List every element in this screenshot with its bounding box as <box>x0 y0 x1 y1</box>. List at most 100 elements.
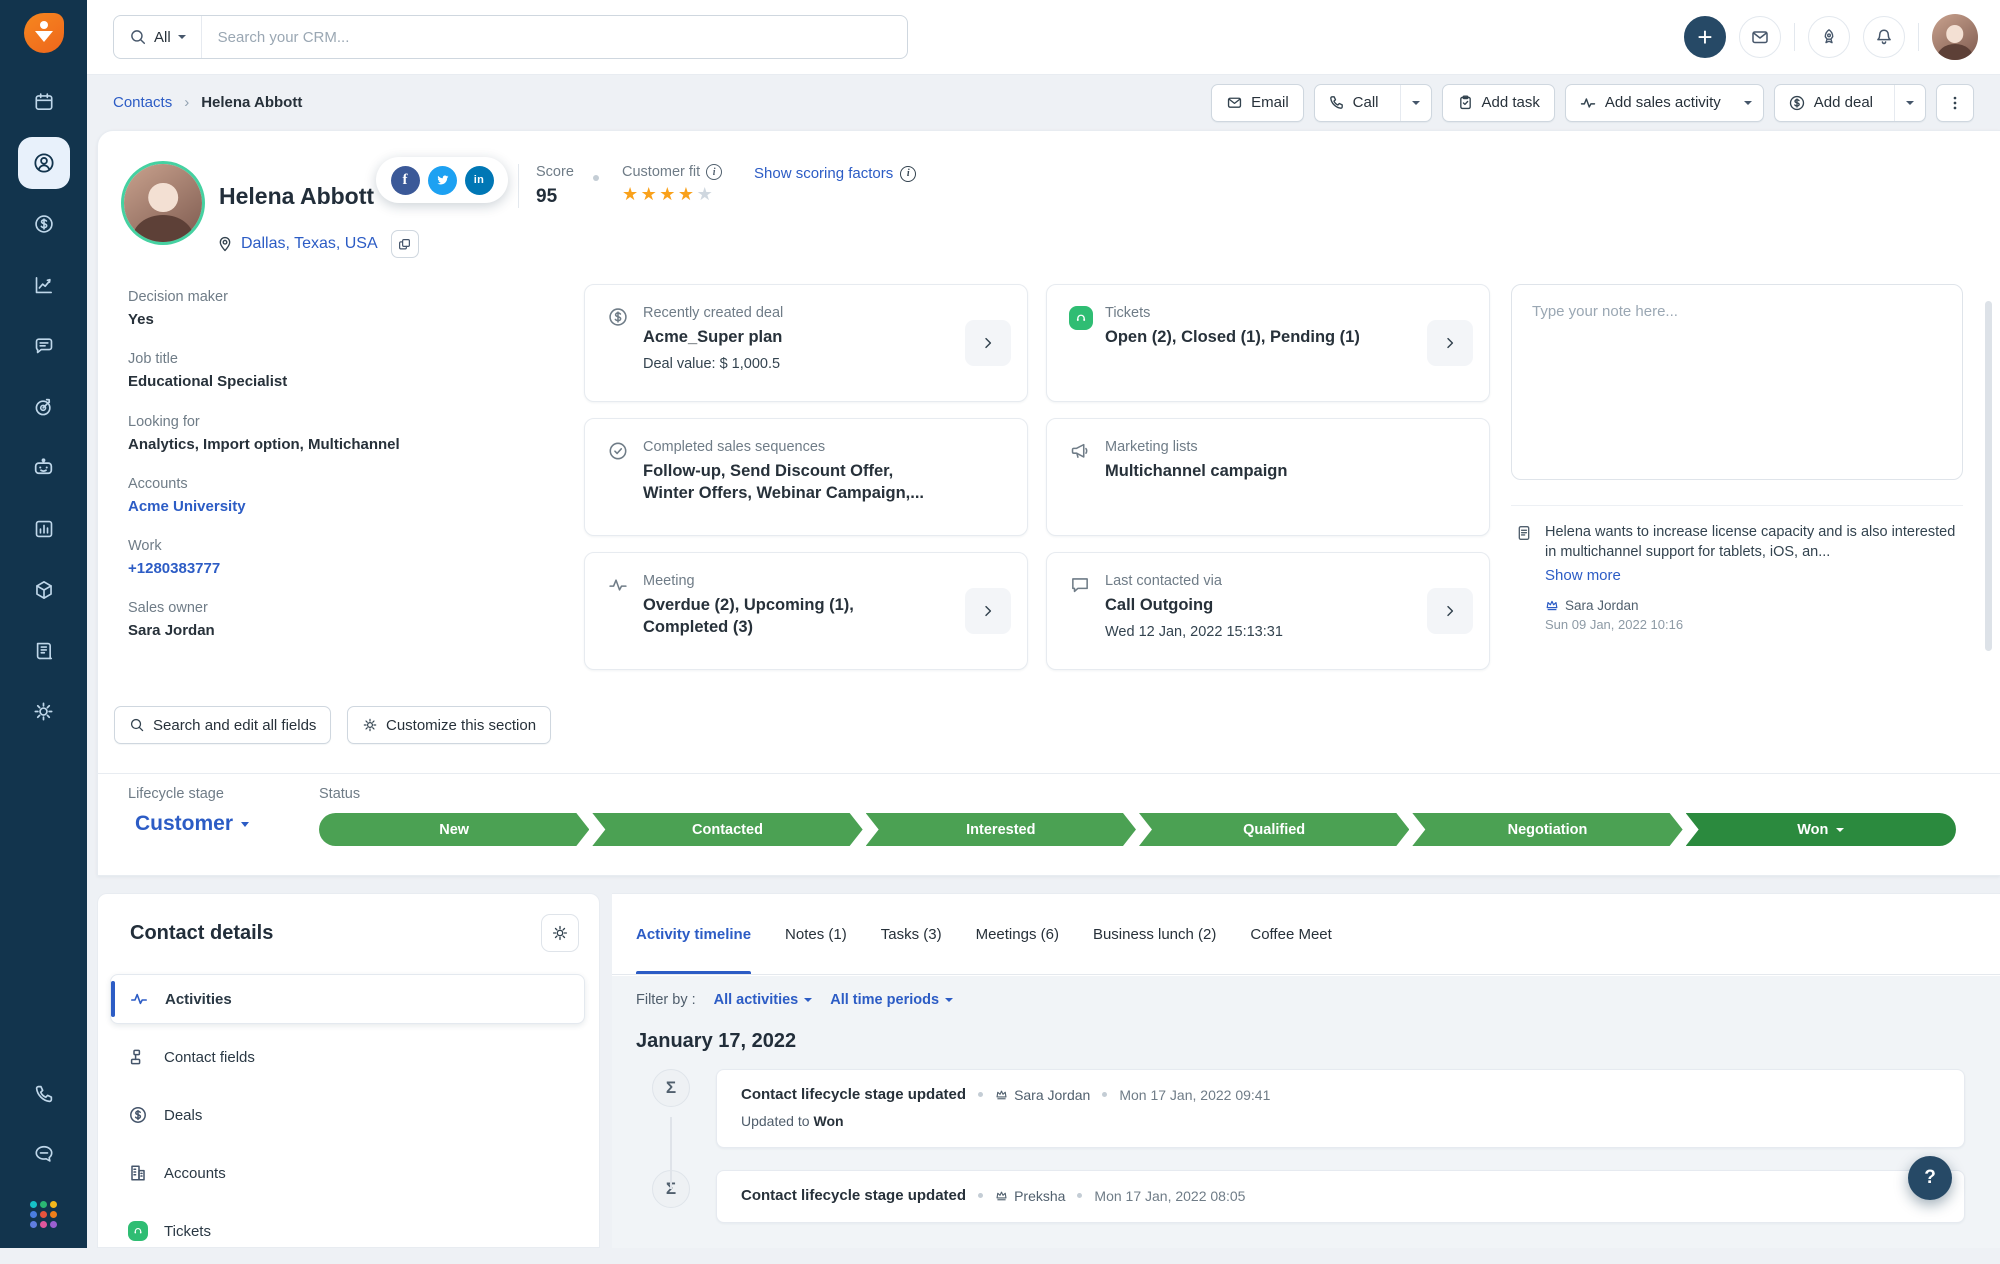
filter-periods-dropdown[interactable]: All time periods <box>830 992 954 1008</box>
breadcrumb-contacts-link[interactable]: Contacts <box>113 94 172 111</box>
sidebar-item-products[interactable] <box>13 559 74 620</box>
tab-activity-timeline[interactable]: Activity timeline <box>636 894 752 974</box>
linkedin-icon[interactable]: in <box>464 165 494 195</box>
tab-tasks[interactable]: Tasks (3) <box>881 894 942 974</box>
sidebar-item-settings[interactable] <box>13 681 74 742</box>
timeline-entry-card[interactable]: Contact lifecycle stage updated Preksha … <box>716 1170 1965 1223</box>
chevron-right-button[interactable] <box>1427 320 1473 366</box>
global-search[interactable]: All <box>113 15 908 59</box>
stage-contacted[interactable]: Contacted <box>592 813 862 846</box>
sidebar-item-reports[interactable] <box>13 498 74 559</box>
details-item-tickets[interactable]: Tickets <box>110 1206 585 1256</box>
freshdesk-ticket-icon <box>128 1221 148 1241</box>
chevron-right-button[interactable] <box>965 320 1011 366</box>
note-item[interactable]: Helena wants to increase license capacit… <box>1511 506 1963 632</box>
crown-icon <box>1545 598 1559 612</box>
customize-section-button[interactable]: Customize this section <box>347 706 552 744</box>
location-pin-icon <box>216 235 234 253</box>
contact-avatar <box>124 164 202 242</box>
sidebar-item-contacts[interactable] <box>13 132 74 193</box>
search-scope-label: All <box>154 28 171 46</box>
add-deal-button[interactable]: Add deal <box>1773 83 1926 122</box>
lifecycle-stage-dropdown[interactable]: Customer <box>135 812 250 836</box>
field-looking-for: Looking for Analytics, Import option, Mul… <box>128 413 400 453</box>
meeting-card[interactable]: Meeting Overdue (2), Upcoming (1), Comple… <box>584 552 1028 670</box>
facebook-icon[interactable]: f <box>390 165 420 195</box>
search-scope-dropdown[interactable]: All <box>114 16 202 58</box>
phone-icon <box>1328 94 1345 111</box>
sidebar-item-phone[interactable] <box>13 1064 74 1124</box>
dollar-circle-icon <box>607 306 631 401</box>
marketing-lists-card[interactable]: Marketing lists Multichannel campaign <box>1046 418 1490 536</box>
sidebar-item-conversations[interactable] <box>13 315 74 376</box>
show-scoring-factors-link[interactable]: Show scoring factors i <box>754 165 917 182</box>
details-item-activities[interactable]: Activities <box>110 974 585 1024</box>
add-sales-activity-button[interactable]: Add sales activity <box>1564 83 1764 122</box>
contact-location-link[interactable]: Dallas, Texas, USA <box>241 235 378 253</box>
details-item-deals[interactable]: Deals <box>110 1090 585 1140</box>
contact-fields-summary: Decision maker Yes Job title Educational S… <box>128 289 428 642</box>
clipboard-check-icon <box>1457 94 1474 111</box>
details-item-accounts[interactable]: Accounts <box>110 1148 585 1198</box>
timeline-entry: Σ Contact lifecycle stage updated Sara J… <box>636 1069 2000 1148</box>
stage-won-dropdown[interactable]: Won <box>1685 813 1956 846</box>
divider <box>98 773 2000 774</box>
stage-new[interactable]: New <box>319 813 589 846</box>
summary-cards: Recently created deal Acme_Super plan Deal… <box>584 284 1490 670</box>
sidebar-item-bot[interactable] <box>13 437 74 498</box>
sidebar-item-analytics[interactable] <box>13 254 74 315</box>
quick-add-button[interactable]: + <box>1684 16 1726 58</box>
call-button[interactable]: Call <box>1313 83 1432 122</box>
last-contacted-card[interactable]: Last contacted via Call Outgoing Wed 12 Ja… <box>1046 552 1490 670</box>
stage-qualified[interactable]: Qualified <box>1139 813 1409 846</box>
tickets-card[interactable]: Tickets Open (2), Closed (1), Pending (1) <box>1046 284 1490 402</box>
sidebar-item-deals[interactable] <box>13 193 74 254</box>
sidebar-item-apps-switcher[interactable] <box>13 1184 74 1244</box>
sales-sequences-card[interactable]: Completed sales sequences Follow-up, Send… <box>584 418 1028 536</box>
recent-deal-card[interactable]: Recently created deal Acme_Super plan Deal… <box>584 284 1028 402</box>
search-edit-fields-button[interactable]: Search and edit all fields <box>114 706 332 744</box>
sidebar-item-goals[interactable] <box>13 376 74 437</box>
panel-settings-button[interactable] <box>541 914 579 952</box>
search-input[interactable] <box>201 28 907 46</box>
add-task-button[interactable]: Add task <box>1441 83 1555 122</box>
tab-coffee-meet[interactable]: Coffee Meet <box>1250 894 1331 974</box>
sidebar-item-chat[interactable] <box>13 1124 74 1184</box>
call-options-chevron[interactable] <box>1399 84 1431 121</box>
show-more-link[interactable]: Show more <box>1545 567 1959 584</box>
tab-meetings[interactable]: Meetings (6) <box>976 894 1059 974</box>
info-icon[interactable]: i <box>706 164 723 180</box>
sidebar-item-calendar[interactable] <box>13 71 74 132</box>
notifications-button[interactable] <box>1863 16 1905 58</box>
user-avatar[interactable] <box>1932 14 1978 60</box>
add-deal-chevron[interactable] <box>1894 84 1925 121</box>
filter-activities-dropdown[interactable]: All activities <box>714 992 813 1008</box>
info-icon[interactable]: i <box>900 165 917 182</box>
chevron-down-icon <box>177 35 186 39</box>
tab-notes[interactable]: Notes (1) <box>785 894 847 974</box>
stage-interested[interactable]: Interested <box>866 813 1136 846</box>
account-link[interactable]: Acme University <box>128 497 428 517</box>
copy-button[interactable] <box>390 230 419 258</box>
whats-new-button[interactable] <box>1808 16 1850 58</box>
scrollbar[interactable] <box>1985 301 1992 651</box>
sidebar-item-documents[interactable] <box>13 620 74 681</box>
panel-title: Contact details <box>130 922 274 944</box>
tab-business-lunch[interactable]: Business lunch (2) <box>1093 894 1216 974</box>
location-row: Dallas, Texas, USA <box>216 230 419 258</box>
email-button[interactable]: Email <box>1211 83 1304 122</box>
email-inbox-button[interactable] <box>1739 16 1781 58</box>
timeline-entry-card[interactable]: Contact lifecycle stage updated Sara Jor… <box>716 1069 1965 1148</box>
twitter-icon[interactable] <box>427 165 457 195</box>
note-input[interactable] <box>1511 284 1963 480</box>
chevron-right-button[interactable] <box>965 588 1011 634</box>
sales-activity-chevron[interactable] <box>1742 85 1763 121</box>
work-phone-link[interactable]: +1280383777 <box>128 559 428 579</box>
more-actions-button[interactable] <box>1936 83 1974 122</box>
chevron-right-button[interactable] <box>1427 588 1473 634</box>
help-button[interactable]: ? <box>1908 1156 1952 1200</box>
details-item-contact-fields[interactable]: Contact fields <box>110 1032 585 1082</box>
stage-negotiation[interactable]: Negotiation <box>1412 813 1682 846</box>
status-label: Status <box>319 786 361 802</box>
freshworks-logo-icon[interactable] <box>23 13 64 53</box>
